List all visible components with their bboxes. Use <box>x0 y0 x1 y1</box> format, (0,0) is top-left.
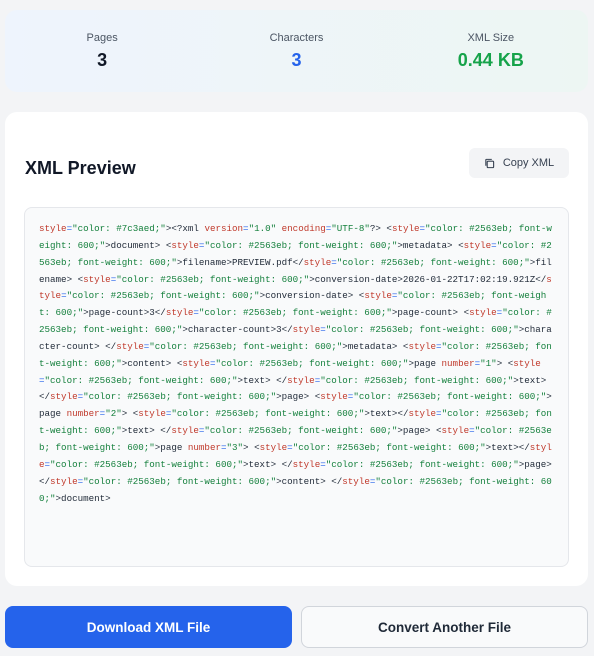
code-token-str: "color: #7c3aed;" <box>72 223 166 234</box>
code-token-attr: number <box>66 408 100 420</box>
copy-xml-button[interactable]: Copy XML <box>469 148 569 178</box>
stat-xml-size: XML Size 0.44 KB <box>401 32 581 71</box>
stat-xml-size-value: 0.44 KB <box>457 49 524 70</box>
code-token-str: "color: #2563eb; font-weight: 600;" <box>44 374 238 386</box>
code-token-text: > < <box>243 441 260 453</box>
code-token-attr: style <box>303 256 332 268</box>
stat-pages-value: 3 <box>97 49 108 70</box>
code-token-attr: style <box>364 290 392 302</box>
code-token-str: "color: #2563eb; font-weight: 600;" <box>66 290 260 302</box>
code-token-text: >text></ <box>364 408 409 420</box>
code-token-text: ><?xml <box>165 223 205 234</box>
code-token-str: "color: #2563eb; font-weight: 600;" <box>149 340 343 352</box>
code-token-text: >page> < <box>397 425 442 437</box>
code-token-attr: encoding <box>281 223 326 234</box>
code-token-attr: style <box>513 357 541 369</box>
copy-xml-label: Copy XML <box>502 157 555 169</box>
code-token-attr: style <box>138 408 166 420</box>
code-token-str: "color: #2563eb; font-weight: 600;" <box>204 425 398 437</box>
code-token-str: "color: #2563eb; font-weight: 600;" <box>204 239 398 251</box>
code-token-str: "color: #2563eb; font-weight: 600;" <box>353 391 547 403</box>
code-token-text: > < <box>496 357 514 369</box>
code-token-text: >text> </ <box>237 374 288 386</box>
stat-xml-size-label: XML Size <box>467 31 515 44</box>
code-token-attr: style <box>391 223 420 234</box>
code-token-text: >conversion-date> < <box>259 290 365 302</box>
code-token-attr: style <box>408 408 437 420</box>
download-xml-button[interactable]: Download XML File <box>5 606 292 648</box>
code-token-text: >page> < <box>276 391 321 403</box>
code-token-str: "color: #2563eb; font-weight: 600;" <box>325 458 519 470</box>
code-token-attr: style <box>165 307 194 319</box>
code-token-str: "UTF-8" <box>331 223 370 234</box>
code-token-attr: style <box>39 223 67 234</box>
code-token-text: >page <box>154 441 188 453</box>
code-token-text: >content> </ <box>276 475 343 487</box>
code-token-str: "color: #2563eb; font-weight: 600;" <box>83 391 277 403</box>
code-token-attr: style <box>287 374 315 386</box>
code-token-str: "color: #2563eb; font-weight: 600;" <box>50 458 244 470</box>
code-token-text: >text></ <box>485 441 530 453</box>
code-token-attr: style <box>259 441 288 453</box>
code-token-str: "1" <box>480 357 497 369</box>
code-token-attr: style <box>50 475 78 487</box>
code-token-str: "3" <box>226 441 244 453</box>
code-token-attr: style <box>441 425 470 437</box>
code-token-text: >character-count>3</ <box>182 324 293 336</box>
code-token-text: >metadata> < <box>397 239 464 251</box>
xml-code-block[interactable]: style="color: #7c3aed;"><?xml version="1… <box>24 207 569 567</box>
code-token-text: >content> < <box>121 357 183 369</box>
stat-characters: Characters 3 <box>206 32 386 71</box>
code-token-str: "2" <box>105 408 122 420</box>
xml-preview-card: XML Preview Copy XML style="color: #7c3a… <box>5 112 588 586</box>
code-token-attr: style <box>292 324 321 336</box>
code-token-str: "color: #2563eb; font-weight: 600;" <box>325 324 519 336</box>
code-token-text: >metadata> < <box>342 340 409 352</box>
code-token-str: "color: #2563eb; font-weight: 600;" <box>83 475 277 487</box>
code-token-text: ?> < <box>369 223 392 234</box>
copy-icon <box>485 158 494 168</box>
code-token-attr: style <box>182 357 210 369</box>
code-token-attr: number <box>441 357 475 369</box>
code-token-text: >page-count> < <box>391 307 470 319</box>
code-token-attr: style <box>116 340 144 352</box>
stat-pages: Pages 3 <box>12 32 192 71</box>
code-token-text: >text> </ <box>243 458 293 470</box>
stat-pages-label: Pages <box>86 31 118 44</box>
code-token-text: >conversion-date>2026-01-22T17:02:19.921… <box>309 273 547 285</box>
code-token-attr: style <box>50 391 78 403</box>
stat-characters-label: Characters <box>269 31 324 44</box>
code-token-attr: style <box>463 239 492 251</box>
code-token-text: >filename>PREVIEW.pdf</ <box>176 256 304 268</box>
code-token-attr: style <box>342 475 370 487</box>
code-token-text: >text> </ <box>121 425 172 437</box>
code-token-attr: version <box>204 223 244 234</box>
code-token-text: >page-count>3</ <box>83 307 166 319</box>
xml-preview-title: XML Preview <box>25 158 136 178</box>
convert-another-button[interactable]: Convert Another File <box>301 606 588 648</box>
stat-characters-value: 3 <box>291 49 302 70</box>
code-token-text: >document> < <box>105 239 172 251</box>
stats-panel: Pages 3 Characters 3 XML Size 0.44 KB <box>5 10 588 92</box>
code-token-attr: style <box>292 458 321 470</box>
code-token-attr: style <box>408 340 437 352</box>
code-token-text: >document> <box>55 492 111 504</box>
code-token-str: "color: #2563eb; font-weight: 600;" <box>320 374 514 386</box>
code-token-attr: style <box>171 425 199 437</box>
code-token-attr: style <box>320 391 348 403</box>
code-token-str: "color: #2563eb; font-weight: 600;" <box>171 408 365 420</box>
code-token-attr: style <box>171 239 199 251</box>
code-token-text: > < <box>121 408 139 420</box>
code-token-attr: style <box>83 273 111 285</box>
code-token-str: "color: #2563eb; font-weight: 600;" <box>336 256 530 268</box>
code-token-str: "color: #2563eb; font-weight: 600;" <box>292 441 486 453</box>
code-token-str: "color: #2563eb; font-weight: 600;" <box>215 357 409 369</box>
code-token-str: "color: #2563eb; font-weight: 600;" <box>198 307 392 319</box>
code-token-str: "color: #2563eb; font-weight: 600;" <box>116 273 310 285</box>
code-token-attr: style <box>469 307 497 319</box>
code-token-attr: number <box>187 441 221 453</box>
code-token-str: "1.0" <box>248 223 277 234</box>
code-token-text: >page <box>408 357 442 369</box>
